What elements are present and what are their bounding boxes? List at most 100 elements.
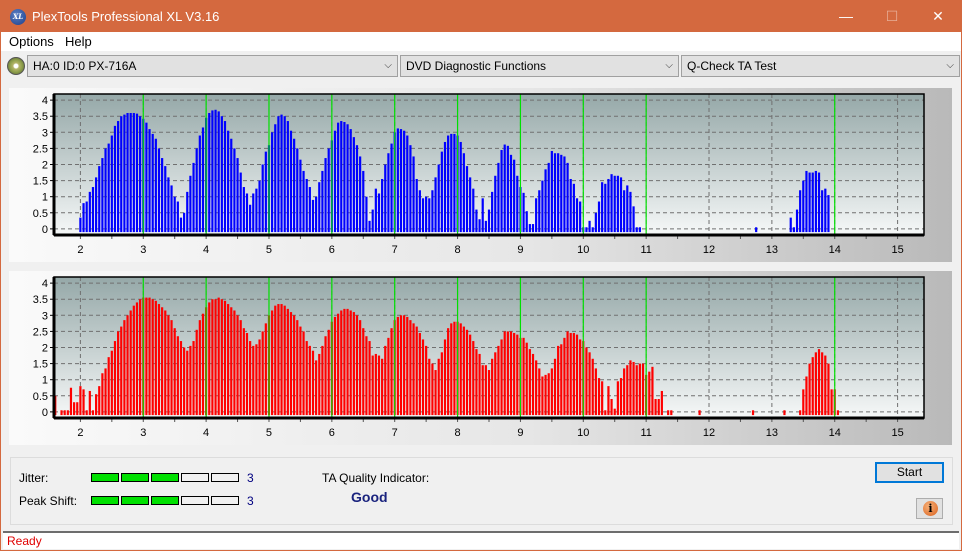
peak-shift-label: Peak Shift: (19, 494, 78, 508)
info-button[interactable]: i (916, 498, 943, 519)
bar (381, 178, 384, 233)
ta-quality-label: TA Quality Indicator: (322, 471, 430, 485)
bar (195, 329, 198, 416)
bar (107, 143, 110, 233)
bar (308, 187, 311, 233)
bar (167, 315, 170, 416)
bar (277, 304, 280, 416)
bar (186, 350, 189, 416)
bar (437, 358, 440, 416)
bar (481, 198, 484, 233)
bar (359, 320, 362, 416)
bar (384, 164, 387, 233)
results-panel (10, 457, 953, 525)
bar (821, 190, 824, 233)
minimize-button[interactable]: — (823, 1, 869, 32)
y-tick-label: 2.5 (33, 143, 48, 155)
bar (475, 209, 478, 233)
bar (660, 390, 663, 416)
bar (132, 112, 135, 233)
bar (321, 345, 324, 416)
function-select[interactable]: DVD Diagnostic Functions ⌵ (400, 55, 679, 77)
x-tick-label: 11 (640, 244, 651, 256)
bar (362, 170, 365, 233)
bar (220, 116, 223, 233)
bar (522, 192, 525, 233)
x-tick-label: 13 (766, 427, 778, 439)
bar (462, 326, 465, 416)
bar (503, 144, 506, 233)
bar (406, 316, 409, 416)
start-button[interactable]: Start (875, 462, 944, 483)
bar (120, 326, 123, 416)
bar (431, 190, 434, 233)
bar (588, 352, 591, 416)
bar (440, 352, 443, 416)
bar (249, 204, 252, 233)
test-select[interactable]: Q-Check TA Test ⌵ (681, 55, 960, 77)
jitter-meter-segment (151, 473, 179, 482)
bar (293, 138, 296, 233)
bar (755, 227, 758, 233)
bar (475, 349, 478, 416)
bar (805, 170, 808, 233)
bar (550, 150, 553, 233)
disc-drive-icon (7, 57, 25, 75)
bar (594, 368, 597, 416)
bar (585, 227, 588, 233)
bar (635, 227, 638, 233)
bar (167, 177, 170, 233)
bar (129, 112, 132, 233)
bar (491, 358, 494, 416)
ta-quality-value: Good (351, 489, 388, 505)
bar (553, 358, 557, 416)
bar (88, 390, 91, 416)
bar (170, 320, 173, 416)
bar (648, 371, 651, 416)
y-tick-label: 0 (42, 224, 48, 236)
bar (286, 308, 289, 416)
bar (597, 378, 601, 416)
bar (544, 374, 547, 416)
y-tick-label: 1.5 (33, 359, 48, 371)
bar (161, 307, 164, 416)
y-tick-label: 4 (42, 95, 48, 107)
bar (189, 345, 192, 416)
menu-help[interactable]: Help (65, 34, 92, 49)
bar (547, 162, 550, 233)
bar (817, 172, 821, 233)
bar (113, 341, 117, 416)
bar (418, 190, 421, 233)
bar (223, 121, 227, 233)
y-tick-label: 0.5 (33, 391, 48, 403)
maximize-button[interactable]: ☐ (869, 1, 915, 32)
bar (500, 339, 503, 416)
bar (236, 315, 239, 416)
bar (789, 217, 792, 233)
close-button[interactable]: ✕ (915, 1, 961, 32)
bar (365, 336, 368, 416)
bar (302, 331, 305, 416)
bar (164, 166, 167, 233)
drive-select[interactable]: HA:0 ID:0 PX-716A ⌵ (27, 55, 398, 77)
bar (569, 178, 572, 233)
bar (396, 316, 399, 416)
bar (434, 370, 437, 416)
bar (157, 148, 161, 233)
bar (535, 198, 538, 233)
x-tick-label: 5 (266, 244, 272, 256)
x-tick-label: 5 (266, 427, 272, 439)
title-bar: XL PlexTools Professional XL V3.16 — ☐ ✕ (1, 1, 961, 32)
x-tick-label: 14 (829, 244, 841, 256)
bar (469, 177, 472, 233)
x-tick-label: 8 (455, 244, 461, 256)
x-tick-label: 10 (577, 427, 589, 439)
bar (588, 220, 591, 233)
bar (233, 148, 236, 233)
bar (343, 122, 346, 233)
bar (337, 122, 340, 233)
function-select-value: DVD Diagnostic Functions (406, 59, 547, 73)
chevron-down-icon: ⌵ (946, 60, 954, 71)
menu-options[interactable]: Options (9, 34, 54, 49)
bar (579, 201, 582, 233)
